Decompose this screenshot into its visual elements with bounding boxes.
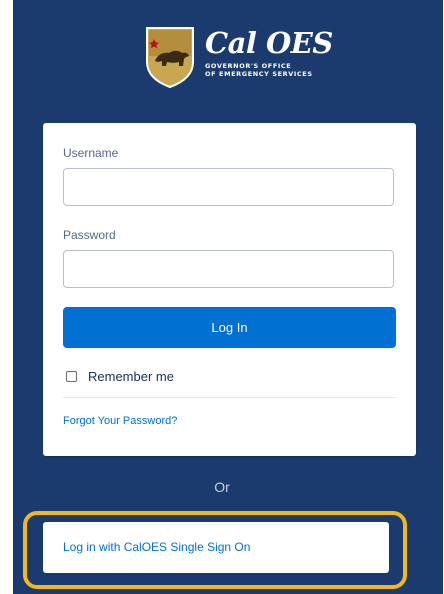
username-label: Username bbox=[63, 146, 119, 160]
login-button[interactable]: Log In bbox=[63, 307, 396, 348]
shield-icon bbox=[146, 27, 194, 88]
remember-me[interactable]: Remember me bbox=[66, 367, 174, 385]
divider bbox=[63, 397, 396, 398]
remember-label: Remember me bbox=[88, 368, 174, 384]
remember-checkbox[interactable] bbox=[66, 370, 77, 382]
login-page: Cal OES GOVERNOR'S OFFICE OF EMERGENCY S… bbox=[0, 0, 444, 594]
logo-subtitle-line2: OF EMERGENCY SERVICES bbox=[205, 70, 313, 78]
logo-title: Cal OES bbox=[205, 26, 333, 60]
cal-oes-logo: Cal OES GOVERNOR'S OFFICE OF EMERGENCY S… bbox=[145, 26, 333, 88]
login-card: Username Password Log In Remember me For… bbox=[43, 123, 416, 456]
sso-login-button[interactable]: Log in with CalOES Single Sign On bbox=[43, 522, 389, 573]
username-input[interactable] bbox=[63, 168, 394, 206]
password-input[interactable] bbox=[63, 250, 394, 288]
password-label: Password bbox=[63, 228, 116, 242]
logo-subtitle-line1: GOVERNOR'S OFFICE bbox=[205, 62, 292, 70]
or-separator: Or bbox=[214, 479, 230, 495]
forgot-password-link[interactable]: Forgot Your Password? bbox=[63, 415, 177, 427]
